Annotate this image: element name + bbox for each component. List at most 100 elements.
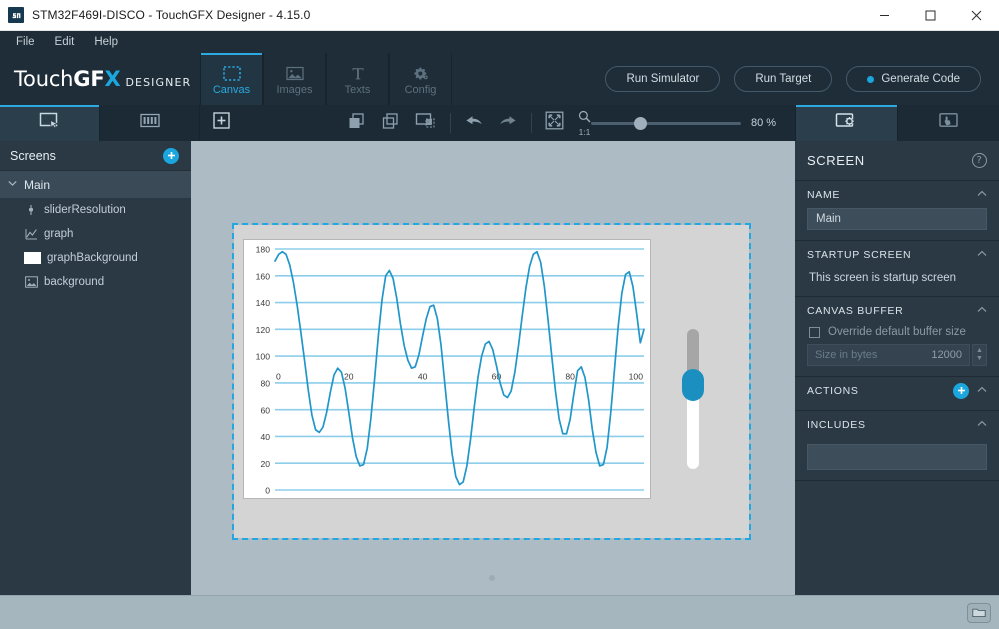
tree-item-graph[interactable]: graph (0, 222, 191, 246)
canvas-workspace[interactable]: 0 20 40 60 80 100 120 140 160 180 0 20 40 60 80 100 (191, 141, 795, 595)
chevron-up-icon[interactable] (977, 249, 987, 260)
toolbar-divider (450, 113, 451, 133)
stm-icon (8, 7, 24, 23)
window-titlebar: STM32F469I-DISCO - TouchGFX Designer - 4… (0, 0, 999, 31)
buffer-size-input[interactable]: Size in bytes 12000 (807, 344, 970, 366)
logo-x: X (104, 67, 121, 91)
tab-interactions[interactable] (897, 105, 999, 141)
svg-text:20: 20 (260, 459, 270, 469)
toolbar-right-tabs (795, 105, 999, 141)
name-section: NAME Main (795, 181, 999, 241)
window-title: STM32F469I-DISCO - TouchGFX Designer - 4… (32, 8, 311, 22)
tab-screen-settings[interactable] (795, 105, 897, 141)
actions-section-title: ACTIONS (807, 384, 859, 397)
tree-item-sliderresolution[interactable]: sliderResolution (0, 198, 191, 222)
override-buffer-checkbox[interactable] (809, 326, 820, 338)
fit-to-screen-icon[interactable] (545, 111, 564, 135)
graph-svg: 0204060801001201401601800 20 40 60 80 100 (256, 245, 645, 496)
question-icon[interactable]: ? (972, 153, 987, 168)
zoom-slider[interactable] (591, 116, 741, 130)
screens-sidebar: Screens Main sliderResolution graph grap… (0, 141, 191, 595)
tree-item-graphbackground[interactable]: graphBackground (0, 246, 191, 270)
toolbar-divider-2 (531, 113, 532, 133)
tab-texts[interactable]: Texts (326, 53, 389, 105)
slider-handle[interactable] (682, 369, 704, 401)
name-section-title: NAME (807, 188, 841, 201)
svg-text:40: 40 (260, 432, 270, 442)
undo-arrow-icon[interactable] (464, 113, 484, 134)
menu-edit[interactable]: Edit (45, 34, 85, 50)
run-simulator-button[interactable]: Run Simulator (605, 66, 721, 92)
name-section-header[interactable]: NAME (795, 181, 999, 208)
add-action-button[interactable] (953, 382, 969, 399)
startup-screen-section: STARTUP SCREEN This screen is startup sc… (795, 241, 999, 297)
widgets-tool-button[interactable] (100, 105, 200, 141)
zoom-slider-control: 80 % (591, 116, 795, 130)
override-buffer-label: Override default buffer size (828, 326, 966, 338)
buffer-size-row: Size in bytes 12000 ▲ ▼ (807, 344, 987, 366)
svg-text:100: 100 (256, 352, 271, 362)
tree-item-label: sliderResolution (44, 204, 126, 216)
screen-name-input[interactable]: Main (807, 208, 987, 230)
generate-code-button[interactable]: Generate Code (846, 66, 981, 92)
arrange-icons-group (347, 112, 437, 135)
tree-item-label: background (44, 276, 105, 288)
tab-texts-label: Texts (344, 84, 371, 96)
bottom-bar (0, 595, 999, 629)
run-simulator-label: Run Simulator (626, 73, 700, 85)
zoom-reset-label: 1:1 (578, 126, 591, 137)
stepper-up-icon[interactable]: ▲ (976, 347, 983, 355)
chevron-up-icon[interactable] (977, 189, 987, 200)
tab-config[interactable]: Config (389, 53, 452, 105)
brand-toolbar: Touch GF X DESIGNER Canvas Images Texts … (0, 53, 999, 105)
zoom-slider-handle[interactable] (634, 116, 647, 130)
tree-screen-main[interactable]: Main (0, 171, 191, 198)
properties-header: SCREEN ? (795, 141, 999, 181)
select-tool-button[interactable] (0, 105, 100, 141)
menu-file[interactable]: File (6, 34, 45, 50)
includes-input[interactable] (807, 444, 987, 470)
tab-canvas[interactable]: Canvas (200, 53, 263, 105)
close-button[interactable] (953, 0, 999, 31)
screen-canvas[interactable]: 0 20 40 60 80 100 120 140 160 180 0 20 40 60 80 100 (232, 223, 751, 540)
slider-resolution-widget[interactable] (682, 329, 704, 469)
minimize-button[interactable] (861, 0, 907, 31)
override-buffer-checkbox-row[interactable]: Override default buffer size (795, 324, 999, 344)
stepper-down-icon[interactable]: ▼ (976, 355, 983, 363)
image-thumb-icon (24, 275, 38, 289)
canvas-buffer-header[interactable]: CANVAS BUFFER (795, 297, 999, 324)
svg-text:80: 80 (260, 378, 270, 388)
folder-icon[interactable] (967, 602, 991, 623)
select-cursor-icon (39, 112, 61, 134)
canvas-buffer-title: CANVAS BUFFER (807, 304, 904, 317)
tree-item-background[interactable]: background (0, 270, 191, 294)
startup-section-header[interactable]: STARTUP SCREEN (795, 241, 999, 268)
text-t-icon (349, 62, 367, 81)
screen-settings-icon (835, 112, 858, 135)
bring-to-front-icon[interactable] (347, 112, 367, 135)
actions-section-header[interactable]: ACTIONS (795, 377, 999, 404)
buffer-size-stepper[interactable]: ▲ ▼ (972, 344, 987, 366)
box-white-icon (24, 252, 41, 264)
send-to-back-icon[interactable] (381, 112, 401, 135)
run-target-button[interactable]: Run Target (734, 66, 833, 92)
chevron-up-icon[interactable] (977, 419, 987, 430)
zoom-reset-button[interactable]: 1:1 (578, 110, 591, 137)
maximize-button[interactable] (907, 0, 953, 31)
add-widget-button[interactable] (200, 112, 243, 134)
logo-designer: DESIGNER (125, 76, 192, 89)
group-icon[interactable] (415, 112, 437, 135)
logo-gf: GF (73, 67, 105, 91)
toolbar-middle-group: 1:1 80 % (200, 105, 795, 141)
redo-arrow-icon[interactable] (498, 113, 518, 134)
add-screen-button[interactable] (163, 147, 179, 164)
menu-help[interactable]: Help (84, 34, 128, 50)
properties-panel: SCREEN ? NAME Main STARTUP SCREEN This s… (795, 141, 999, 595)
status-dot-icon (867, 75, 875, 83)
tab-images[interactable]: Images (263, 53, 326, 105)
includes-section-header[interactable]: INCLUDES (795, 411, 999, 438)
graph-widget[interactable]: 0 20 40 60 80 100 120 140 160 180 0 20 40 60 80 100 (243, 239, 651, 499)
chevron-down-icon[interactable] (8, 179, 17, 189)
chevron-up-icon[interactable] (977, 385, 987, 396)
chevron-up-icon[interactable] (977, 305, 987, 316)
